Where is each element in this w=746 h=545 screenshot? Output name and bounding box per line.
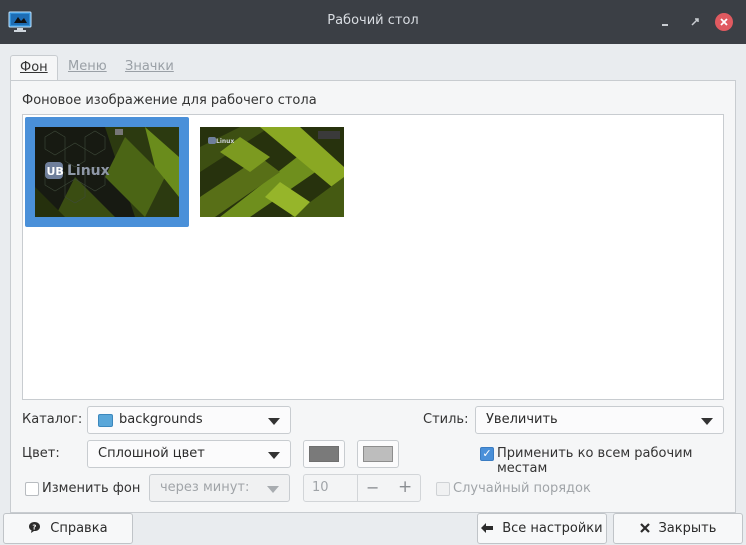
primary-color-swatch bbox=[309, 446, 339, 462]
help-button[interactable]: ? Справка bbox=[3, 513, 133, 544]
spinner-divider bbox=[357, 475, 358, 501]
arrow-left-icon bbox=[481, 521, 497, 535]
maximize-button[interactable] bbox=[687, 14, 703, 30]
folder-combo[interactable]: backgrounds bbox=[87, 406, 291, 434]
color-style-value: Сплошной цвет bbox=[98, 446, 205, 461]
style-value: Увеличить bbox=[486, 412, 558, 427]
close-button-label: Закрыть bbox=[658, 521, 717, 536]
tab-menu-label: Меню bbox=[68, 59, 107, 74]
close-button[interactable]: Закрыть bbox=[613, 513, 743, 544]
color-style-combo[interactable]: Сплошной цвет bbox=[87, 440, 291, 468]
secondary-color-swatch bbox=[363, 446, 393, 462]
folder-label: Каталог: bbox=[22, 412, 82, 427]
random-order-checkbox[interactable] bbox=[436, 482, 450, 496]
change-background-label[interactable]: Изменить фон bbox=[42, 481, 140, 496]
secondary-color-button[interactable] bbox=[357, 440, 399, 468]
tab-background-label: Фон bbox=[20, 60, 48, 75]
thumbnail2-logo-text: Linux bbox=[216, 138, 234, 145]
folder-value: backgrounds bbox=[119, 412, 203, 427]
style-label: Стиль: bbox=[423, 412, 468, 427]
svg-text:?: ? bbox=[33, 523, 37, 531]
title-bar: Рабочий стол bbox=[0, 0, 746, 44]
help-icon: ? bbox=[28, 521, 45, 535]
svg-text:UB: UB bbox=[47, 165, 64, 178]
minimize-button[interactable] bbox=[657, 14, 673, 30]
change-background-checkbox[interactable] bbox=[25, 482, 39, 496]
apply-all-label[interactable]: Применить ко всем рабочим местам bbox=[497, 446, 746, 476]
wallpaper-thumbnail-2[interactable]: Linux bbox=[200, 127, 344, 217]
interval-spinner[interactable]: 10 − + bbox=[303, 474, 421, 502]
tab-icons-label: Значки bbox=[125, 59, 174, 74]
chevron-down-icon bbox=[267, 486, 279, 493]
wallpaper-thumbnail-1[interactable]: UB Linux bbox=[35, 127, 179, 217]
window-title: Рабочий стол bbox=[327, 13, 419, 28]
interval-combo[interactable]: через минут: bbox=[149, 474, 290, 502]
chevron-down-icon bbox=[268, 418, 280, 425]
close-window-button[interactable] bbox=[715, 13, 733, 31]
all-settings-label: Все настройки bbox=[502, 521, 603, 536]
chevron-down-icon bbox=[701, 418, 713, 425]
color-label: Цвет: bbox=[22, 446, 60, 461]
apply-all-checkbox[interactable]: ✓ bbox=[480, 447, 494, 461]
primary-color-button[interactable] bbox=[303, 440, 345, 468]
folder-icon bbox=[98, 414, 113, 427]
folder-label-text: Каталог: bbox=[22, 412, 83, 427]
interval-number: 10 bbox=[312, 480, 329, 495]
tab-background[interactable]: Фон bbox=[10, 55, 58, 81]
wallpaper-section-label: Фоновое изображение для рабочего стола bbox=[22, 93, 317, 108]
tab-icons[interactable]: Значки bbox=[116, 55, 183, 81]
style-label-text: Стиль: bbox=[423, 412, 469, 427]
plus-icon[interactable]: + bbox=[398, 477, 412, 497]
chevron-down-icon bbox=[268, 452, 280, 459]
help-button-label: Справка bbox=[50, 521, 108, 536]
tab-menu[interactable]: Меню bbox=[59, 55, 116, 81]
random-order-label[interactable]: Случайный порядок bbox=[453, 481, 591, 496]
minus-icon[interactable]: − bbox=[366, 478, 379, 497]
style-combo[interactable]: Увеличить bbox=[475, 406, 724, 434]
color-label-text: Цвет: bbox=[22, 446, 60, 461]
thumbnail-logo-text: Linux bbox=[67, 163, 110, 179]
all-settings-button[interactable]: Все настройки bbox=[477, 513, 607, 544]
close-icon bbox=[639, 521, 654, 535]
interval-value: через минут: bbox=[160, 480, 250, 495]
